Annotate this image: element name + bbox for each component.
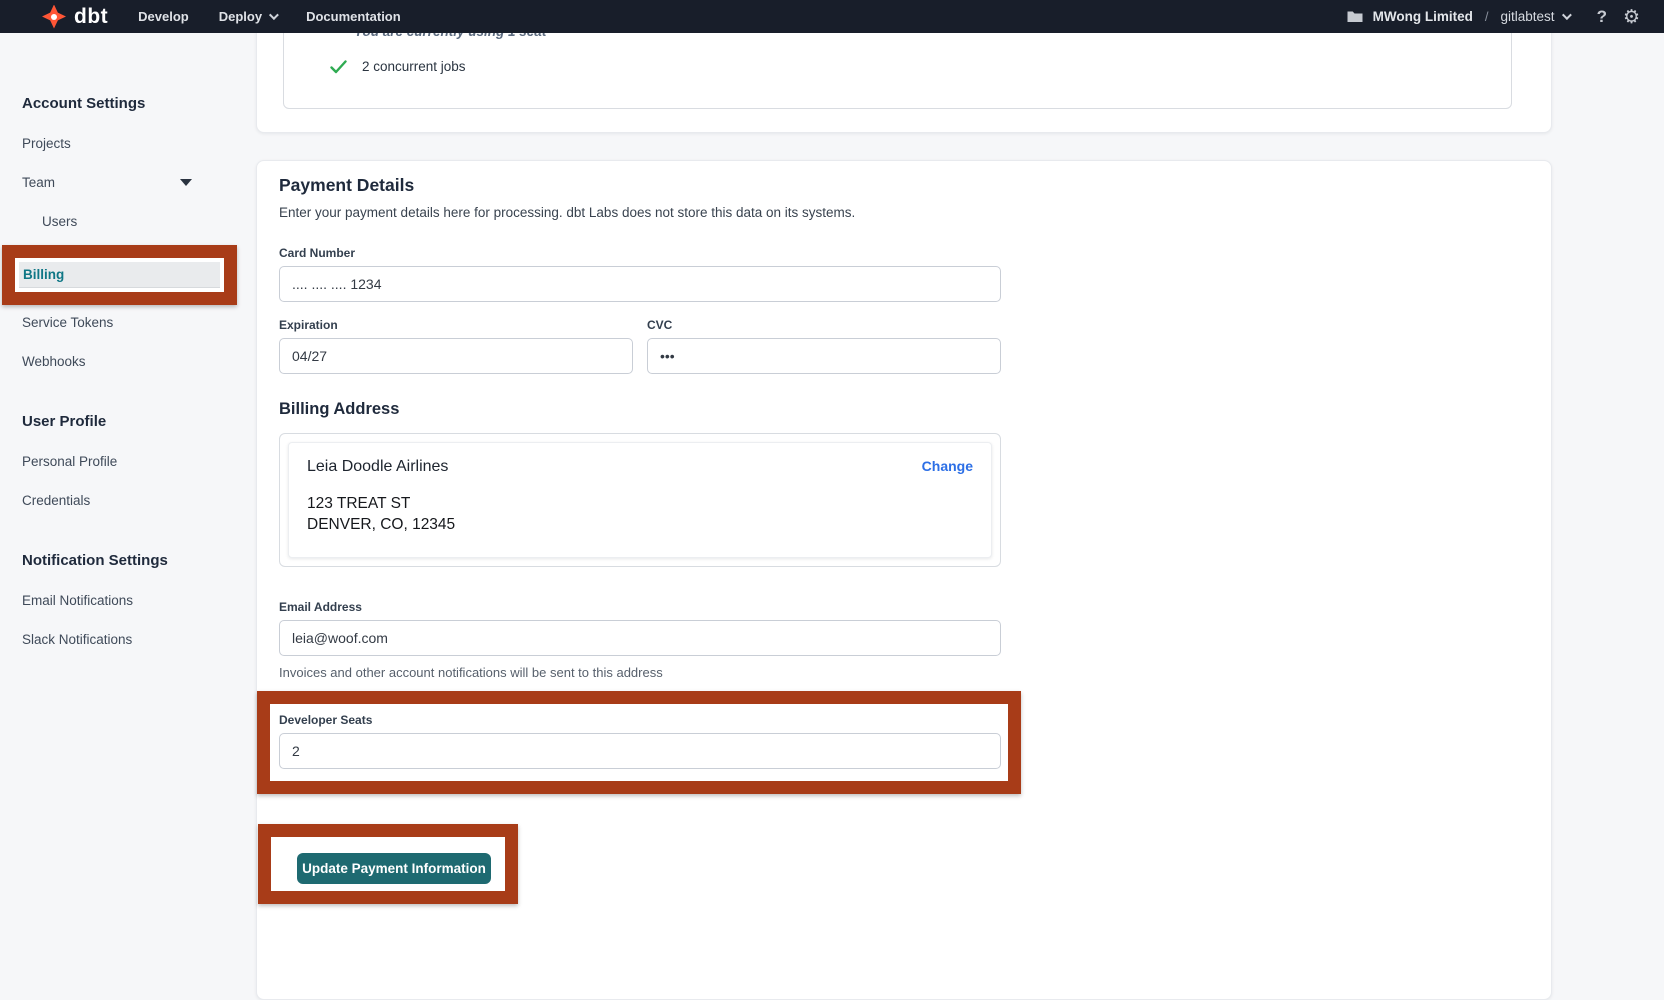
chevron-down-icon [269,10,279,20]
sidebar-item-projects[interactable]: Projects [0,136,237,151]
update-payment-button[interactable]: Update Payment Information [297,853,491,884]
breadcrumb-separator: / [1483,9,1491,24]
chevron-down-icon [1562,10,1572,20]
email-label: Email Address [279,600,1529,614]
email-helper-text: Invoices and other account notifications… [279,665,1529,680]
nav-item-documentation[interactable]: Documentation [306,9,401,24]
dbt-logo-icon [42,5,66,29]
cvc-label: CVC [647,318,1001,332]
nav-item-deploy[interactable]: Deploy [219,9,276,24]
account-name[interactable]: MWong Limited [1373,9,1473,24]
sidebar-item-billing[interactable]: Billing [19,262,220,288]
card-number-label: Card Number [279,246,1529,260]
sidebar-item-service-tokens[interactable]: Service Tokens [0,315,237,330]
change-address-link[interactable]: Change [922,458,973,474]
sidebar-item-team[interactable]: Team [0,175,237,190]
check-icon [330,60,347,74]
developer-seats-input[interactable] [279,733,1001,769]
sidebar-item-billing-label: Billing [23,267,64,282]
developer-seats-label: Developer Seats [279,713,999,727]
nav-item-develop[interactable]: Develop [138,9,189,24]
payment-details-description: Enter your payment details here for proc… [279,205,1529,220]
annotation-box-update-button: Update Payment Information [258,824,518,904]
billing-address-box: Leia Doodle Airlines Change 123 TREAT ST… [279,433,1001,567]
cvc-input[interactable] [647,338,1001,374]
annotation-box-billing: Billing [2,245,237,305]
payment-details-title: Payment Details [279,175,1529,196]
top-navbar: dbt Develop Deploy Documentation MWong L… [0,0,1664,33]
sidebar-item-slack-notifications[interactable]: Slack Notifications [0,632,237,647]
sidebar-item-users[interactable]: Users [0,214,237,229]
sidebar-item-email-notifications[interactable]: Email Notifications [0,593,237,608]
billing-address-card: Leia Doodle Airlines Change 123 TREAT ST… [288,442,992,558]
expiration-label: Expiration [279,318,633,332]
help-icon[interactable]: ? [1597,7,1607,27]
dbt-logo[interactable]: dbt [42,5,108,29]
sidebar-heading-account-settings: Account Settings [0,95,237,112]
sidebar-item-webhooks[interactable]: Webhooks [0,354,237,369]
sidebar-item-personal-profile[interactable]: Personal Profile [0,454,237,469]
expiration-input[interactable] [279,338,633,374]
usage-card: You are currently using 1 seat 2 concurr… [256,20,1552,133]
project-switcher[interactable]: gitlabtest [1501,9,1569,24]
concurrent-jobs-text: 2 concurrent jobs [362,59,466,74]
nav-item-deploy-label: Deploy [219,9,262,24]
city-address: DENVER, CO, 12345 [307,514,973,535]
company-name: Leia Doodle Airlines [307,458,448,476]
sidebar: Account Settings Projects Team Users Bil… [0,33,237,647]
sidebar-heading-notification-settings: Notification Settings [0,552,237,569]
sidebar-item-credentials[interactable]: Credentials [0,493,237,508]
project-name-label: gitlabtest [1501,9,1555,24]
caret-down-icon[interactable] [180,179,192,186]
billing-address-title: Billing Address [279,400,1529,419]
settings-gear-icon[interactable]: ⚙ [1623,6,1640,28]
clipped-text-fragment [345,795,1529,799]
card-number-input[interactable] [279,266,1001,302]
street-address: 123 TREAT ST [307,493,973,514]
payment-card: Payment Details Enter your payment detai… [256,160,1552,1000]
dbt-logo-text: dbt [74,5,108,29]
folder-icon [1347,10,1363,23]
sidebar-heading-user-profile: User Profile [0,413,237,430]
annotation-box-developer-seats: Developer Seats [257,691,1021,794]
sidebar-item-team-label: Team [22,175,55,190]
email-input[interactable] [279,620,1001,656]
